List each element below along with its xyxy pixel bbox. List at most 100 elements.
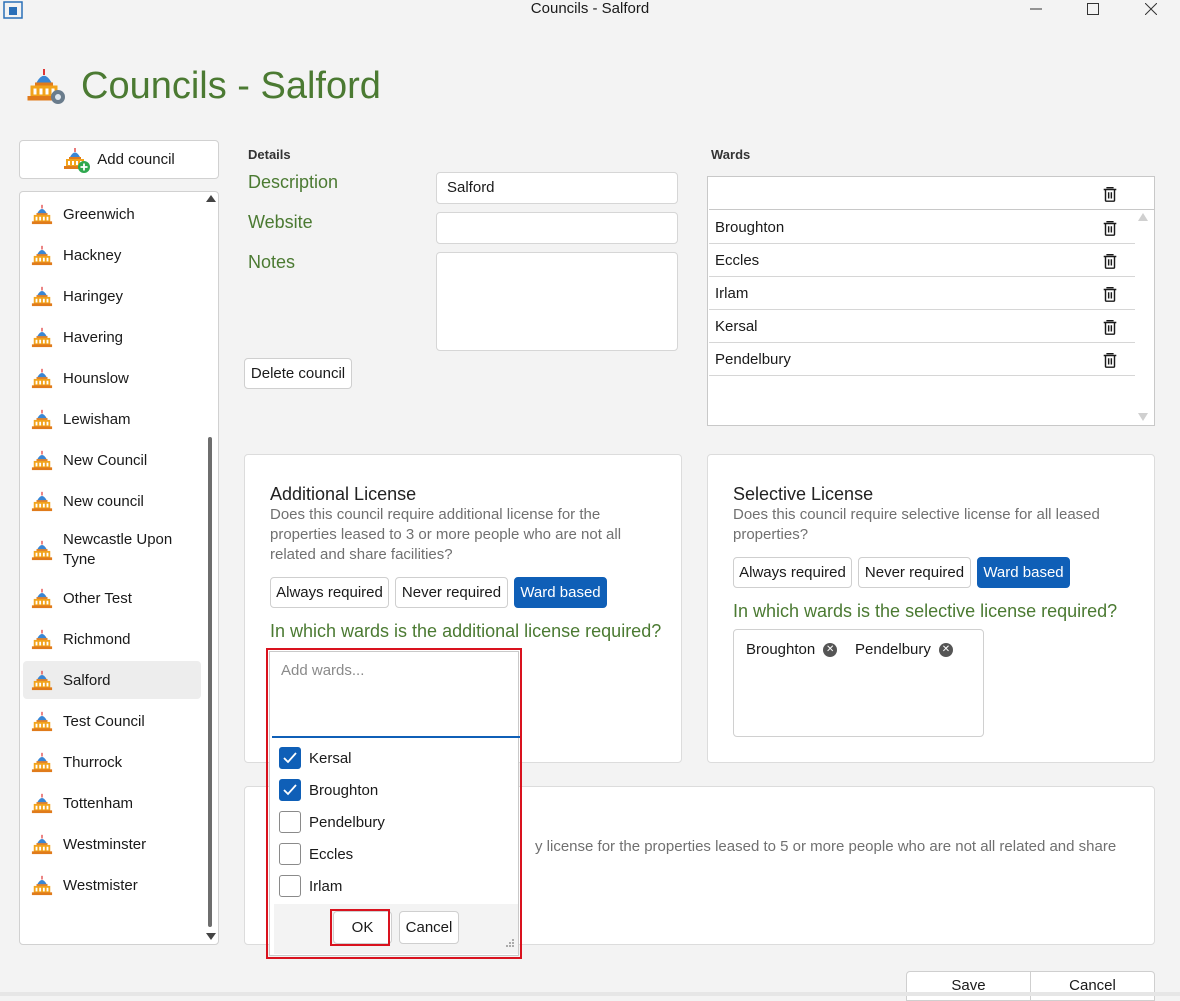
council-item-label: Salford [63,671,111,689]
council-item-label: Test Council [63,712,145,730]
council-item-label: Greenwich [63,205,135,223]
remove-chip-icon[interactable]: ✕ [938,642,953,657]
ward-name: Irlam [715,284,749,302]
additional-license-title: Additional License [270,484,417,504]
council-item-thurrock[interactable]: Thurrock [23,751,201,773]
council-item-label: Newcastle Upon Tyne [63,531,173,568]
council-item-westminster[interactable]: Westminster [23,833,201,855]
councils-gear-icon [27,69,65,104]
council-item-new-council-lower[interactable]: New council [23,490,201,512]
ward-chip-label: Pendelbury [855,641,931,658]
ward-chip-label: Broughton [746,641,816,658]
wards-scroll-down-icon[interactable] [1138,413,1148,421]
ward-row[interactable]: Broughton [709,211,1135,244]
save-button[interactable]: Save [906,971,1031,1001]
minimize-button[interactable] [1013,0,1059,18]
council-item-greenwich[interactable]: Greenwich [23,203,201,225]
council-item-havering[interactable]: Havering [23,326,201,348]
council-building-icon [31,449,53,471]
council-item-label: Westmister [63,876,138,894]
ward-name: Eccles [715,251,760,269]
notes-label: Notes [248,252,296,272]
council-building-icon [31,587,53,609]
selective-wards-chip-box[interactable]: Broughton ✕ Pendelbury ✕ [733,629,984,737]
close-button[interactable] [1128,0,1174,18]
council-item-lewisham[interactable]: Lewisham [23,408,201,430]
council-item-test-council[interactable]: Test Council [23,710,201,732]
council-building-icon [31,833,53,855]
council-item-richmond[interactable]: Richmond [23,628,201,650]
additional-license-description: Does this council require additional lic… [270,506,622,563]
council-building-icon [31,628,53,650]
maximize-button[interactable] [1070,0,1116,18]
trash-icon[interactable] [1101,184,1119,204]
council-item-label: Other Test [63,589,132,607]
wards-scroll-up-icon[interactable] [1138,213,1148,221]
council-list-scrollbar[interactable] [202,192,218,944]
council-building-icon [31,669,53,691]
council-item-label: Richmond [63,630,131,648]
additional-never-required-button[interactable]: Never required [395,577,508,608]
selective-license-description: Does this council require selective lice… [733,506,1100,543]
council-item-tottenham[interactable]: Tottenham [23,792,201,814]
ward-name: Broughton [715,218,785,236]
council-item-westmister[interactable]: Westmister [23,874,201,896]
additional-always-required-button[interactable]: Always required [270,577,389,608]
council-item-hounslow[interactable]: Hounslow [23,367,201,389]
council-list[interactable]: Greenwich Hackney Haringey Havering Houn… [19,191,219,945]
ward-chip: Pendelbury ✕ [855,641,953,658]
council-item-hackney[interactable]: Hackney [23,244,201,266]
council-item-label: Lewisham [63,410,131,428]
close-icon [1145,3,1157,15]
remove-chip-icon[interactable]: ✕ [823,642,838,657]
council-item-label: New Council [63,451,148,469]
maximize-icon [1087,3,1099,15]
council-item-label: Hounslow [63,369,129,387]
ward-name: Kersal [715,317,758,335]
trash-icon[interactable] [1101,218,1119,238]
trash-icon[interactable] [1101,284,1119,304]
details-heading: Details [248,147,291,162]
description-field[interactable]: Salford [436,172,678,204]
selective-never-required-button[interactable]: Never required [858,557,971,588]
wards-heading: Wards [711,147,751,162]
council-building-icon [31,203,53,225]
website-field[interactable] [436,212,678,244]
selective-ward-based-button[interactable]: Ward based [977,557,1070,588]
highlight-outline-popup [266,648,522,959]
scroll-down-arrow-icon[interactable] [206,933,216,940]
delete-council-button[interactable]: Delete council [244,358,352,389]
council-item-haringey[interactable]: Haringey [23,285,201,307]
scroll-up-arrow-icon[interactable] [206,195,216,202]
ward-row[interactable]: Pendelbury [709,343,1135,376]
council-item-newcastle[interactable]: Newcastle Upon Tyne [23,530,201,570]
council-building-icon [31,539,53,561]
selective-always-required-button[interactable]: Always required [733,557,852,588]
additional-ward-based-button[interactable]: Ward based [514,577,607,608]
council-item-other-test[interactable]: Other Test [23,587,201,609]
highlight-outline-ok [330,909,390,946]
council-item-label: Havering [63,328,124,346]
council-building-icon [31,710,53,732]
website-label: Website [248,212,313,232]
ward-row[interactable]: Eccles [709,244,1135,277]
ward-row[interactable]: Irlam [709,277,1135,310]
cancel-button[interactable]: Cancel [1030,971,1155,1001]
trash-icon[interactable] [1101,350,1119,370]
description-label: Description [248,172,339,192]
notes-field[interactable] [436,252,678,351]
council-item-salford[interactable]: Salford [23,661,201,699]
scroll-thumb[interactable] [208,437,212,927]
trash-icon[interactable] [1101,251,1119,271]
add-council-icon [64,147,91,173]
council-item-label: Thurrock [63,753,123,771]
add-council-button[interactable]: Add council [19,140,219,179]
new-ward-row[interactable] [709,177,1155,210]
trash-icon[interactable] [1101,317,1119,337]
additional-wards-question: In which wards is the additional license… [270,621,662,641]
wards-grid[interactable]: Broughton Eccles Irlam Kersal Pendelbury [707,176,1155,426]
add-council-label: Add council [97,151,175,168]
ward-row[interactable]: Kersal [709,310,1135,343]
council-item-new-council[interactable]: New Council [23,449,201,471]
council-building-icon [31,285,53,307]
